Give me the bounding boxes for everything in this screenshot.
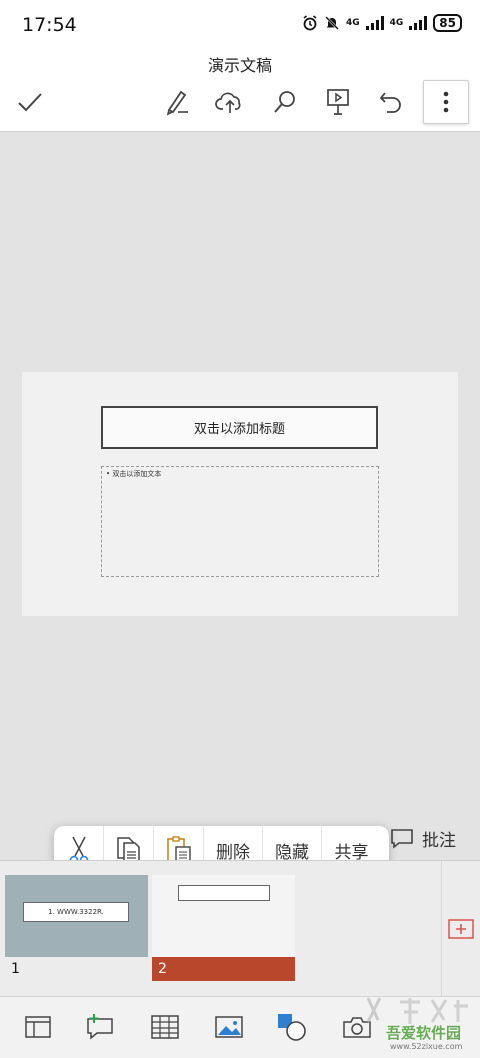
- add-slide-icon: [448, 919, 474, 939]
- slide-thumbnail-1[interactable]: 1. WWW.3322R.: [5, 875, 148, 957]
- new-comment-button[interactable]: [82, 1011, 118, 1043]
- status-bar: 17:54 4G 4G 85: [0, 0, 480, 48]
- save-cloud-button[interactable]: [210, 84, 250, 120]
- search-icon: [274, 91, 295, 113]
- comment-button[interactable]: 批注: [390, 826, 456, 851]
- thumbnail-2-title-box: [178, 885, 270, 901]
- signal-label-2: 4G: [389, 18, 404, 28]
- new-comment-icon: [87, 1014, 113, 1040]
- comment-icon: [391, 828, 413, 849]
- check-icon: [18, 93, 42, 112]
- top-toolbar: 演示文稿: [0, 48, 480, 132]
- draw-button[interactable]: [158, 84, 198, 120]
- status-time: 17:54: [22, 14, 77, 36]
- present-button[interactable]: [318, 84, 358, 120]
- signal-icon-2: [409, 16, 428, 30]
- alarm-icon: [303, 15, 317, 31]
- search-button[interactable]: [265, 84, 305, 120]
- layout-button[interactable]: [20, 1011, 56, 1043]
- slide-number-1: 1: [11, 961, 20, 977]
- pen-icon: [166, 90, 188, 116]
- present-icon: [327, 89, 349, 115]
- comment-label: 批注: [422, 831, 456, 851]
- insert-image-button[interactable]: [211, 1011, 247, 1043]
- more-icon: [443, 91, 449, 113]
- layout-icon: [25, 1016, 51, 1038]
- watermark-url: www.52zixue.com: [390, 1042, 463, 1051]
- slide-thumbnail-2[interactable]: [152, 875, 295, 957]
- content-placeholder-text: • 双击以添加文本: [106, 470, 162, 478]
- slide-canvas[interactable]: 双击以添加标题 • 双击以添加文本: [0, 132, 480, 860]
- insert-shape-button[interactable]: [274, 1011, 310, 1043]
- shapes-icon: [278, 1014, 306, 1041]
- mute-icon: [325, 16, 339, 30]
- signal-icon-1: [365, 16, 384, 30]
- table-icon: [151, 1015, 179, 1039]
- image-icon: [215, 1016, 243, 1038]
- slide-title-placeholder[interactable]: 双击以添加标题: [101, 406, 378, 449]
- battery-indicator: 85: [433, 14, 462, 32]
- status-icons: 4G 4G 85: [302, 14, 462, 32]
- undo-icon: [379, 92, 401, 113]
- insert-table-button[interactable]: [147, 1011, 183, 1043]
- slide-thumbnail-panel: 1. WWW.3322R. 1 2: [0, 860, 480, 997]
- add-slide-button[interactable]: [441, 861, 480, 997]
- slide-content-placeholder[interactable]: • 双击以添加文本: [101, 466, 379, 577]
- signal-label-1: 4G: [345, 18, 360, 28]
- document-title: 演示文稿: [207, 56, 272, 75]
- more-options-button[interactable]: [423, 80, 469, 124]
- undo-button[interactable]: [371, 84, 411, 120]
- current-slide[interactable]: 双击以添加标题 • 双击以添加文本: [22, 372, 458, 616]
- thumbnail-1-text: 1. WWW.3322R.: [23, 902, 129, 922]
- done-button[interactable]: [10, 84, 50, 120]
- cloud-upload-icon: [215, 92, 241, 113]
- watermark-text: 吾爱软件园: [386, 1024, 462, 1042]
- slide-number-2: 2: [152, 957, 295, 981]
- site-watermark: 吾爱软件园 www.52zixue.com: [360, 992, 478, 1056]
